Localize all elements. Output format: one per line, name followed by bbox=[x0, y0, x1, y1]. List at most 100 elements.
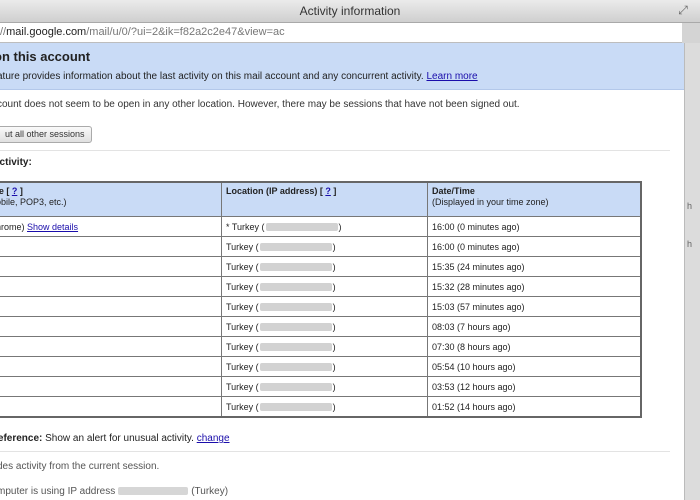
activity-page: on this account ature provides informati… bbox=[0, 43, 684, 500]
expand-icon[interactable]: ⤢ bbox=[676, 3, 690, 17]
datetime-text: 05:54 (10 hours ago) bbox=[432, 361, 516, 372]
location-text: Turkey ( bbox=[226, 401, 259, 412]
alert-preference: reference: Show an alert for unusual act… bbox=[0, 433, 230, 444]
access-type-cell bbox=[0, 316, 222, 337]
table-row: Turkey () 05:54 (10 hours ago) bbox=[0, 356, 642, 377]
access-type-cell bbox=[0, 296, 222, 317]
datetime-text: 16:00 (0 minutes ago) bbox=[432, 241, 520, 252]
table-row: Turkey () 15:03 (57 minutes ago) bbox=[0, 296, 642, 317]
location-header-label: Location (IP address) bbox=[226, 186, 318, 196]
table-row: er (Chrome) Show details* Turkey ()16:00… bbox=[0, 216, 642, 237]
alert-preference-text: Show an alert for unusual activity. bbox=[45, 433, 194, 444]
location-text-end: ) bbox=[332, 281, 336, 292]
table-row: Turkey () 03:53 (12 hours ago) bbox=[0, 376, 642, 397]
info-banner: on this account ature provides informati… bbox=[0, 43, 684, 90]
location-cell: Turkey () bbox=[221, 276, 428, 297]
access-type-cell bbox=[0, 276, 222, 297]
table-row: Turkey () 15:35 (24 minutes ago) bbox=[0, 256, 642, 277]
access-type-cell bbox=[0, 396, 222, 418]
table-row: Turkey () 16:00 (0 minutes ago) bbox=[0, 236, 642, 257]
banner-description-text: ature provides information about the las… bbox=[0, 71, 424, 82]
location-cell: Turkey () bbox=[221, 296, 428, 317]
location-text-end: ) bbox=[332, 401, 336, 412]
location-text: Turkey ( bbox=[226, 321, 259, 332]
current-ip-suffix: (Turkey) bbox=[191, 486, 229, 497]
session-note: count does not seem to be open in any ot… bbox=[0, 99, 520, 110]
access-type-cell bbox=[0, 256, 222, 277]
learn-more-link[interactable]: Learn more bbox=[426, 71, 477, 82]
redacted-ip-address bbox=[259, 383, 332, 392]
access-type-cell bbox=[0, 236, 222, 257]
datetime-text: 16:00 (0 minutes ago) bbox=[432, 221, 520, 232]
datetime-header-sub: (Displayed in your time zone) bbox=[432, 197, 549, 207]
location-cell: * Turkey () bbox=[221, 216, 428, 237]
location-text: Turkey ( bbox=[226, 361, 259, 372]
datetime-cell: 08:03 (7 hours ago) bbox=[427, 316, 642, 337]
redacted-ip-address bbox=[265, 223, 338, 232]
datetime-cell: 05:54 (10 hours ago) bbox=[427, 356, 642, 377]
redacted-ip-address bbox=[118, 487, 189, 496]
current-ip-prefix: mputer is using IP address bbox=[0, 486, 116, 497]
location-text-end: ) bbox=[338, 221, 342, 232]
datetime-text: 03:53 (12 hours ago) bbox=[432, 381, 516, 392]
change-alert-link[interactable]: change bbox=[197, 433, 230, 444]
edge-text: h bbox=[687, 239, 693, 249]
window-titlebar: Activity information ⤢ bbox=[0, 0, 700, 23]
recent-activity-label: activity: bbox=[0, 157, 32, 168]
location-text-end: ) bbox=[332, 321, 336, 332]
datetime-text: 08:03 (7 hours ago) bbox=[432, 321, 511, 332]
access-type-help-link[interactable]: ? bbox=[12, 186, 18, 196]
datetime-text: 15:35 (24 minutes ago) bbox=[432, 261, 525, 272]
access-type-header-label: s Type bbox=[0, 186, 4, 196]
location-cell: Turkey () bbox=[221, 236, 428, 257]
exclusion-note: des activity from the current session. bbox=[0, 461, 160, 472]
redacted-ip-address bbox=[259, 403, 332, 412]
datetime-cell: 07:30 (8 hours ago) bbox=[427, 336, 642, 357]
location-text: Turkey ( bbox=[226, 241, 259, 252]
url-bar[interactable]: //mail.google.com/mail/u/0/?ui=2&ik=f82a… bbox=[0, 23, 682, 43]
datetime-cell: 03:53 (12 hours ago) bbox=[427, 376, 642, 397]
table-header-row: s Type [ ? ] er, mobile, POP3, etc.) Loc… bbox=[0, 181, 642, 217]
url-path: /mail/u/0/?ui=2&ik=f82a2c2e47&view=ac bbox=[86, 26, 285, 38]
alert-preference-label: reference: bbox=[0, 433, 43, 444]
redacted-ip-address bbox=[259, 323, 332, 332]
location-text-end: ) bbox=[332, 381, 336, 392]
location-text: * Turkey ( bbox=[226, 221, 265, 232]
location-text-end: ) bbox=[332, 341, 336, 352]
location-cell: Turkey () bbox=[221, 376, 428, 397]
location-cell: Turkey () bbox=[221, 336, 428, 357]
location-cell: Turkey () bbox=[221, 316, 428, 337]
datetime-cell: 16:00 (0 minutes ago) bbox=[427, 236, 642, 257]
table-row: Turkey () 15:32 (28 minutes ago) bbox=[0, 276, 642, 297]
divider bbox=[0, 451, 670, 452]
redacted-ip-address bbox=[259, 363, 332, 372]
sign-out-other-sessions-button[interactable]: ut all other sessions bbox=[0, 126, 92, 143]
access-type-cell bbox=[0, 376, 222, 397]
location-help-link[interactable]: ? bbox=[325, 186, 331, 196]
datetime-header-label: Date/Time bbox=[432, 186, 475, 196]
background-window-edge: h h bbox=[684, 43, 700, 500]
show-details-link[interactable]: Show details bbox=[27, 222, 78, 232]
location-text-end: ) bbox=[332, 261, 336, 272]
table-row: Turkey () 01:52 (14 hours ago) bbox=[0, 396, 642, 418]
datetime-cell: 15:03 (57 minutes ago) bbox=[427, 296, 642, 317]
location-text-end: ) bbox=[332, 361, 336, 372]
location-text-end: ) bbox=[332, 301, 336, 312]
access-type-header-sub: er, mobile, POP3, etc.) bbox=[0, 197, 67, 207]
access-type-text: er (Chrome) bbox=[0, 221, 25, 232]
location-header: Location (IP address) [ ? ] bbox=[221, 181, 428, 217]
table-row: Turkey () 07:30 (8 hours ago) bbox=[0, 336, 642, 357]
access-type-cell: er (Chrome) Show details bbox=[0, 216, 222, 237]
datetime-cell: 16:00 (0 minutes ago) bbox=[427, 216, 642, 237]
current-ip-note: mputer is using IP address (Turkey) bbox=[0, 486, 228, 497]
datetime-text: 15:03 (57 minutes ago) bbox=[432, 301, 525, 312]
location-text: Turkey ( bbox=[226, 261, 259, 272]
location-text-end: ) bbox=[332, 241, 336, 252]
window-title: Activity information bbox=[299, 4, 401, 18]
datetime-cell: 15:32 (28 minutes ago) bbox=[427, 276, 642, 297]
location-cell: Turkey () bbox=[221, 356, 428, 377]
redacted-ip-address bbox=[259, 343, 332, 352]
datetime-header: Date/Time (Displayed in your time zone) bbox=[427, 181, 642, 217]
access-type-header: s Type [ ? ] er, mobile, POP3, etc.) bbox=[0, 181, 222, 217]
location-cell: Turkey () bbox=[221, 256, 428, 277]
